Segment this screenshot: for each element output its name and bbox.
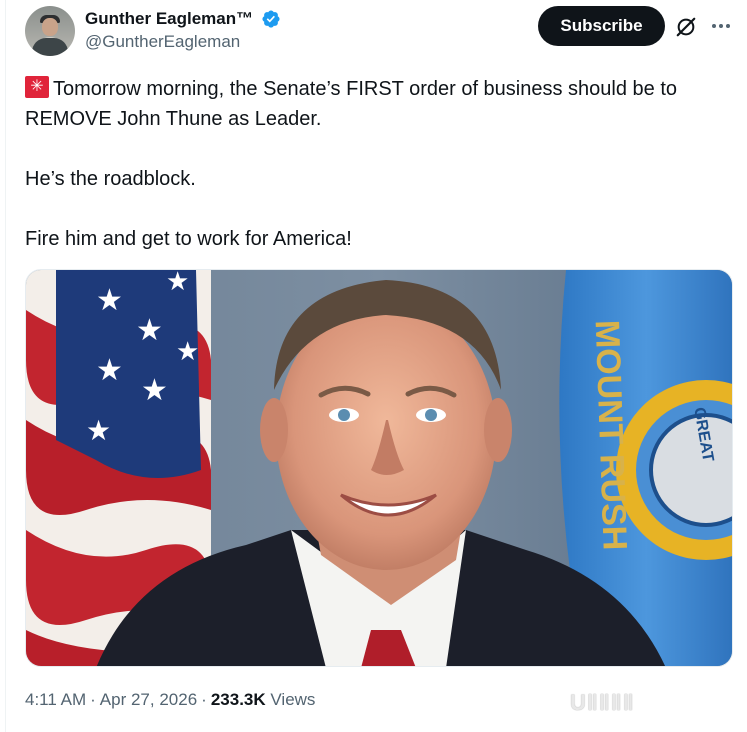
avatar-face [42, 18, 58, 36]
state-flag-text: MOUNT RUSH [588, 319, 634, 551]
svg-text:★: ★ [176, 336, 199, 366]
grok-icon[interactable] [675, 16, 697, 38]
tweet-date[interactable]: Apr 27, 2026 [100, 690, 197, 709]
verified-badge-icon[interactable] [261, 9, 281, 29]
svg-text:★: ★ [96, 284, 123, 317]
tweet-line-1-text: Tomorrow morning, the Senate’s FIRST ord… [25, 78, 678, 130]
svg-text:★: ★ [166, 270, 189, 296]
timeline-border [5, 0, 6, 732]
svg-text:★: ★ [141, 374, 168, 407]
avatar-shirt [32, 38, 68, 56]
watermark: U‖‖‖‖ [570, 690, 635, 715]
tweet-header: Gunther Eagleman™ @GuntherEagleman Subsc… [25, 6, 737, 56]
views-count: 233.3K [210, 690, 266, 709]
svg-text:★: ★ [96, 354, 123, 387]
author-handle[interactable]: @GuntherEagleman [85, 31, 281, 53]
tweet-line-3: Fire him and get to work for America! [25, 228, 352, 250]
svg-text:★: ★ [86, 415, 111, 446]
siren-emoji-icon [25, 76, 49, 98]
tweet-meta: 4:11 AM · Apr 27, 2026 · 233.3K Views [25, 690, 316, 709]
author-info[interactable]: Gunther Eagleman™ @GuntherEagleman [85, 8, 281, 53]
tweet-line-1: Tomorrow morning, the Senate’s FIRST ord… [25, 74, 725, 134]
avatar[interactable] [25, 6, 75, 56]
tweet-text: Tomorrow morning, the Senate’s FIRST ord… [25, 74, 725, 254]
more-icon[interactable] [709, 14, 733, 38]
svg-text:★: ★ [136, 314, 163, 347]
portrait-image: ★ ★ ★ ★ ★ ★ ★ MOUNT RUSH GREAT [26, 270, 732, 666]
tweet-line-2: He’s the roadblock. [25, 168, 196, 190]
tweet-photo[interactable]: ★ ★ ★ ★ ★ ★ ★ MOUNT RUSH GREAT [25, 269, 733, 667]
subscribe-button[interactable]: Subscribe [538, 6, 665, 46]
views-label: Views [270, 690, 316, 709]
tweet-time[interactable]: 4:11 AM [25, 690, 86, 709]
author-display-name[interactable]: Gunther Eagleman™ [85, 8, 253, 30]
